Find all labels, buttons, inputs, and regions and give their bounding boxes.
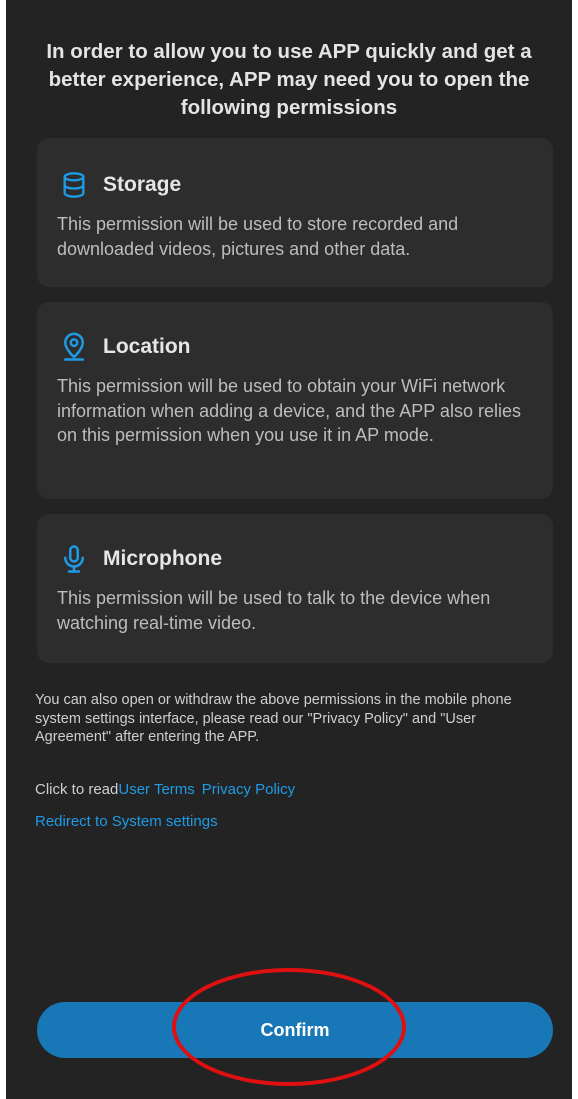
permission-title: Microphone [103,547,222,570]
permission-title: Location [103,335,191,358]
read-links-line: Click to readUser Terms Privacy Policy [35,781,295,798]
user-terms-link[interactable]: User Terms [118,781,194,798]
permission-card-microphone: Microphone This permission will be used … [37,514,553,663]
permission-header: Storage [57,168,533,202]
permissions-note: You can also open or withdraw the above … [35,692,512,745]
permission-title: Storage [103,173,182,196]
permission-description: This permission will be used to talk to … [57,588,491,633]
permission-card-location: Location This permission will be used to… [37,302,553,499]
permission-card-storage: Storage This permission will be used to … [37,138,553,287]
confirm-button[interactable]: Confirm [37,1002,553,1058]
location-pin-icon [59,332,89,362]
microphone-icon [59,544,89,574]
read-prefix: Click to read [35,781,119,798]
permission-description: This permission will be used to obtain y… [57,376,521,445]
permission-description: This permission will be used to store re… [57,214,459,259]
permissions-screen: In order to allow you to use APP quickly… [6,0,572,1099]
permission-header: Microphone [57,542,533,576]
redirect-system-settings-link[interactable]: Redirect to System settings [35,813,218,830]
privacy-policy-link[interactable]: Privacy Policy [202,781,295,798]
page-title: In order to allow you to use APP quickly… [46,40,532,119]
database-icon [59,170,89,200]
permission-header: Location [57,330,533,364]
